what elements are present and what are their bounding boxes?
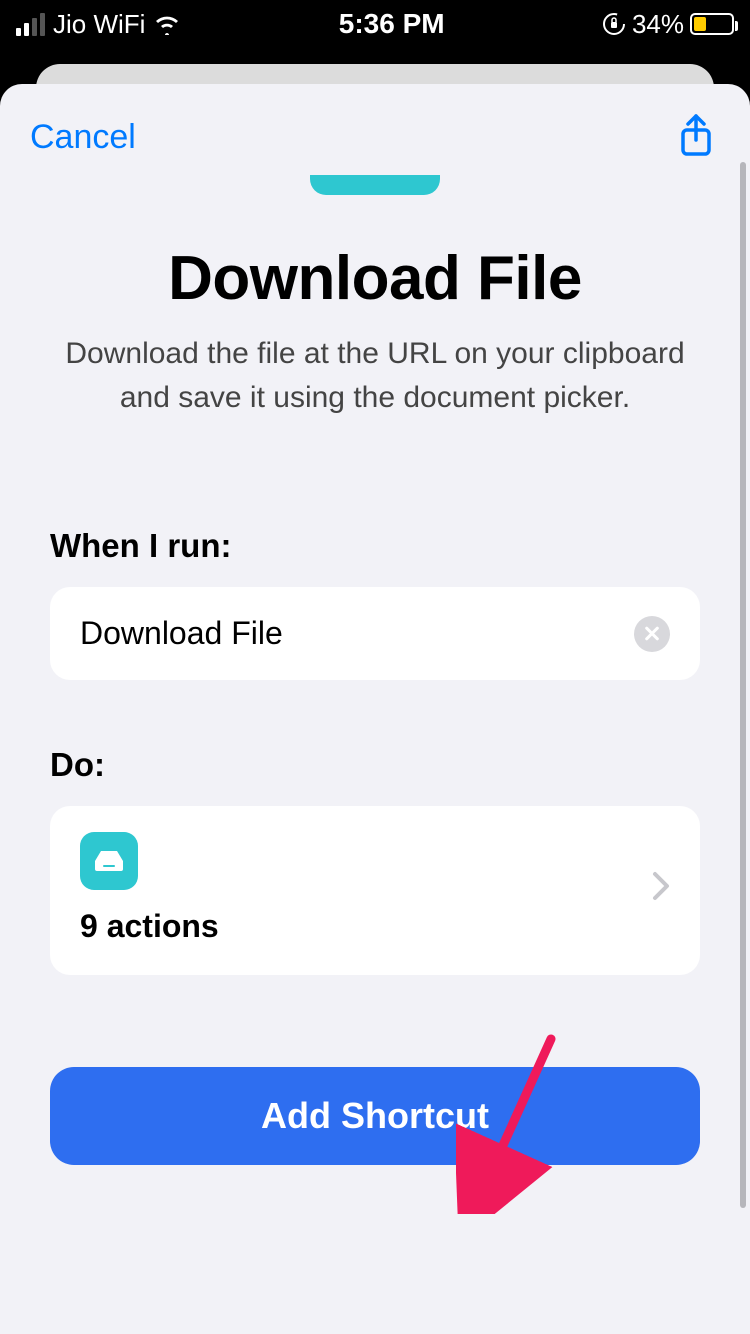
- cancel-button[interactable]: Cancel: [30, 118, 136, 157]
- do-actions-card[interactable]: 9 actions: [50, 806, 700, 975]
- battery-percent: 34%: [632, 9, 684, 40]
- clear-button[interactable]: [634, 616, 670, 652]
- share-icon: [676, 148, 716, 163]
- storage-icon: [80, 832, 138, 890]
- actions-count-label: 9 actions: [80, 908, 219, 945]
- do-section-label: Do:: [0, 746, 750, 784]
- orientation-lock-icon: [602, 12, 626, 36]
- add-shortcut-button[interactable]: Add Shortcut: [50, 1067, 700, 1165]
- page-title: Download File: [0, 243, 750, 314]
- battery-icon: [690, 13, 734, 35]
- status-bar: Jio WiFi 5:36 PM 34%: [0, 0, 750, 48]
- modal-sheet: Cancel Download File Download the file a…: [0, 84, 750, 1334]
- cellular-signal-icon: [16, 13, 45, 36]
- chevron-right-icon: [652, 871, 670, 906]
- when-section-label: When I run:: [0, 527, 750, 565]
- page-subtitle: Download the file at the URL on your cli…: [0, 314, 750, 419]
- carrier-label: Jio WiFi: [53, 9, 145, 40]
- share-button[interactable]: [672, 108, 720, 167]
- sheet-nav: Cancel: [0, 84, 750, 167]
- when-i-run-card[interactable]: Download File: [50, 587, 700, 680]
- shortcut-name-value: Download File: [80, 615, 283, 652]
- wifi-icon: [153, 13, 181, 35]
- clock: 5:36 PM: [339, 8, 445, 40]
- scroll-indicator: [740, 162, 746, 1208]
- shortcut-icon-preview: [310, 175, 440, 195]
